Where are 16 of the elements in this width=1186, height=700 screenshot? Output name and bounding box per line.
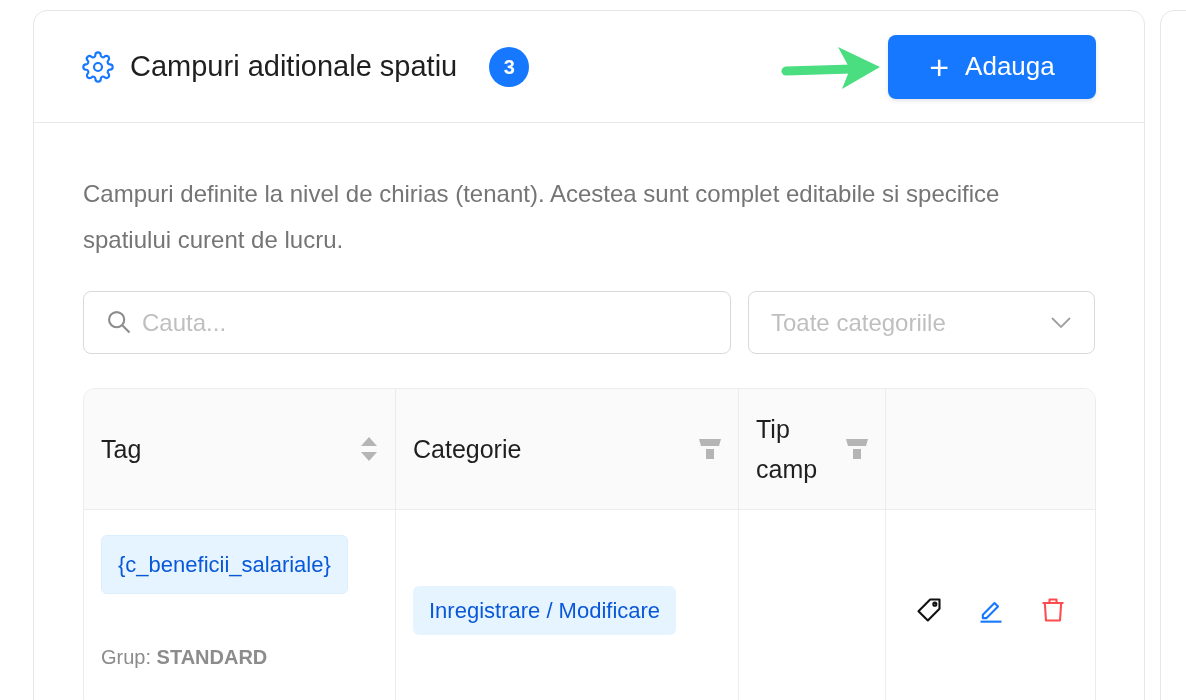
column-header: Tag [101, 434, 143, 465]
search-icon [105, 308, 133, 336]
category-chip: Inregistrare / Modificare [413, 585, 677, 635]
tag-chip: {c_beneficii_salariale} [101, 535, 348, 594]
description-text: Campuri definite la nivel de chirias (tenant). Acestea sunt complet editabile si specifice spatiului curent de lucru. [83, 179, 1001, 255]
chevron-down-icon [1050, 315, 1072, 330]
column-header: Tip camp [756, 414, 819, 485]
filter-icon[interactable] [699, 439, 721, 459]
card-title: Campuri aditionale spatiu [130, 48, 458, 84]
add-button[interactable]: + Adauga [888, 34, 1096, 99]
search-field[interactable]: Cauta... [83, 291, 731, 354]
settings-icon [82, 50, 114, 83]
filter-icon[interactable] [846, 439, 868, 459]
count-badge: 3 [489, 46, 530, 87]
group-text: Grup: STANDARD [101, 645, 269, 670]
column-header: Categorie [413, 434, 523, 465]
